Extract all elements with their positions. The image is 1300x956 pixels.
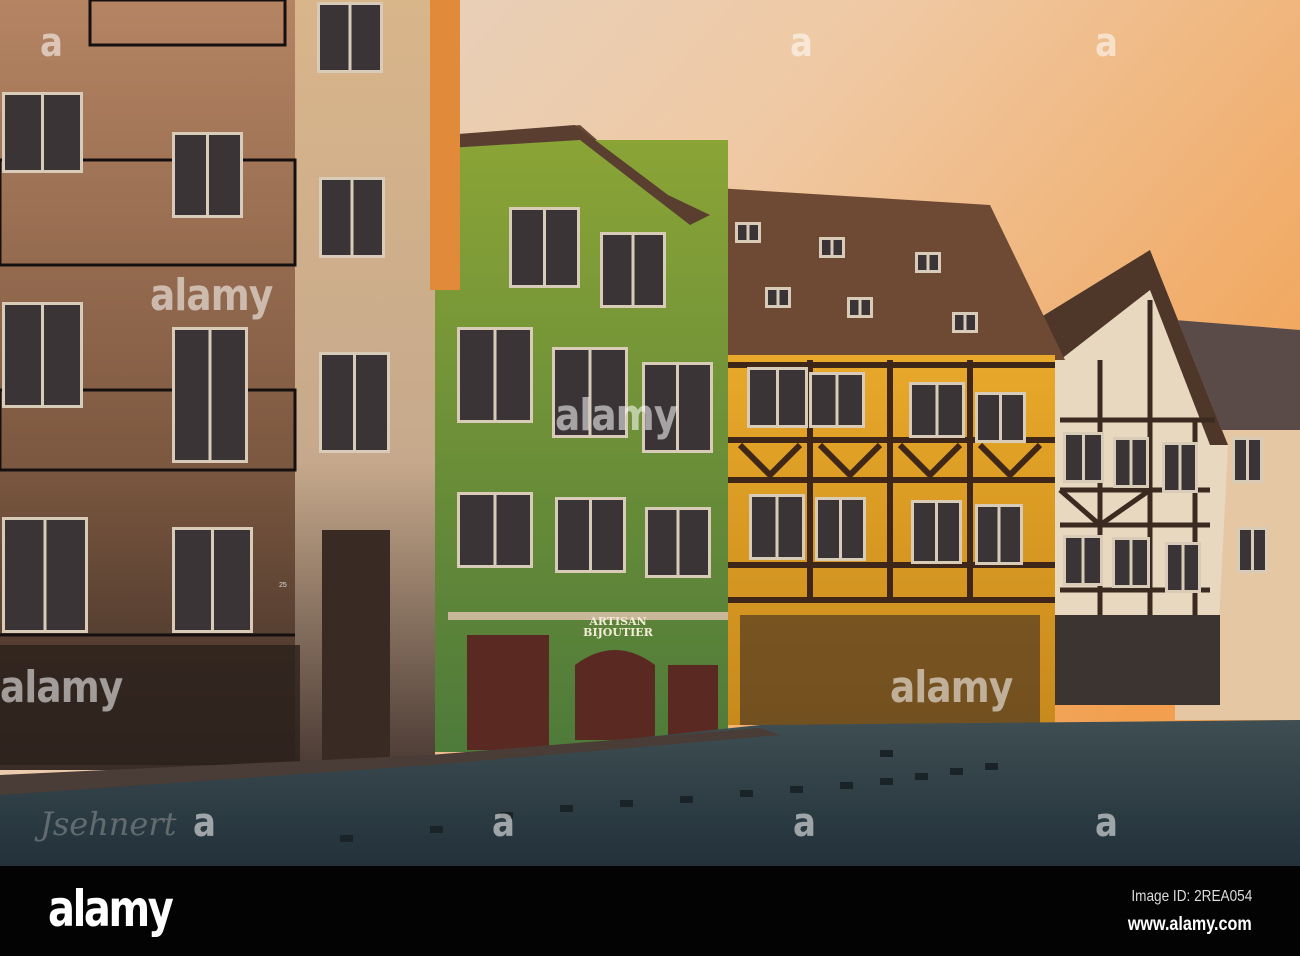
street-tile-marker <box>340 835 353 842</box>
street-tile-marker <box>620 800 633 807</box>
street-tile-marker <box>740 790 753 797</box>
street-tile-marker <box>430 826 443 833</box>
watermark: a <box>1095 20 1118 66</box>
street-tile-marker <box>880 778 893 785</box>
alamy-logo: alamy <box>48 880 174 938</box>
street-tile-marker <box>790 786 803 793</box>
door <box>467 635 549 750</box>
house-number: 25 <box>279 582 287 589</box>
watermark: alamy <box>150 270 273 321</box>
street-tile-marker <box>840 782 853 789</box>
watermark: a <box>1095 800 1118 846</box>
watermark: alamy <box>0 662 123 713</box>
watermark: a <box>492 800 515 846</box>
street-tile-marker <box>985 763 998 770</box>
photographer-signature: Jsehnert <box>40 805 177 843</box>
street-tile-marker <box>680 796 693 803</box>
street-tile-marker <box>880 750 893 757</box>
image-id: Image ID: 2REA054 <box>1131 888 1252 905</box>
street-tile-marker <box>950 768 963 775</box>
watermark: alamy <box>555 390 678 441</box>
watermark: a <box>790 20 813 66</box>
street-tile-marker <box>560 805 573 812</box>
street-tile-marker <box>915 773 928 780</box>
watermark: alamy <box>890 662 1013 713</box>
watermark: a <box>40 20 63 66</box>
footer-bar: alamy Image ID: 2REA054 www.alamy.com <box>0 866 1300 956</box>
shop-sign-line2: BIJOUTIER <box>583 626 653 639</box>
watermark: a <box>793 800 816 846</box>
site-url: www.alamy.com <box>1128 914 1252 935</box>
shop-sign: ARTISAN BIJOUTIER <box>583 616 653 638</box>
watermark: a <box>193 800 216 846</box>
